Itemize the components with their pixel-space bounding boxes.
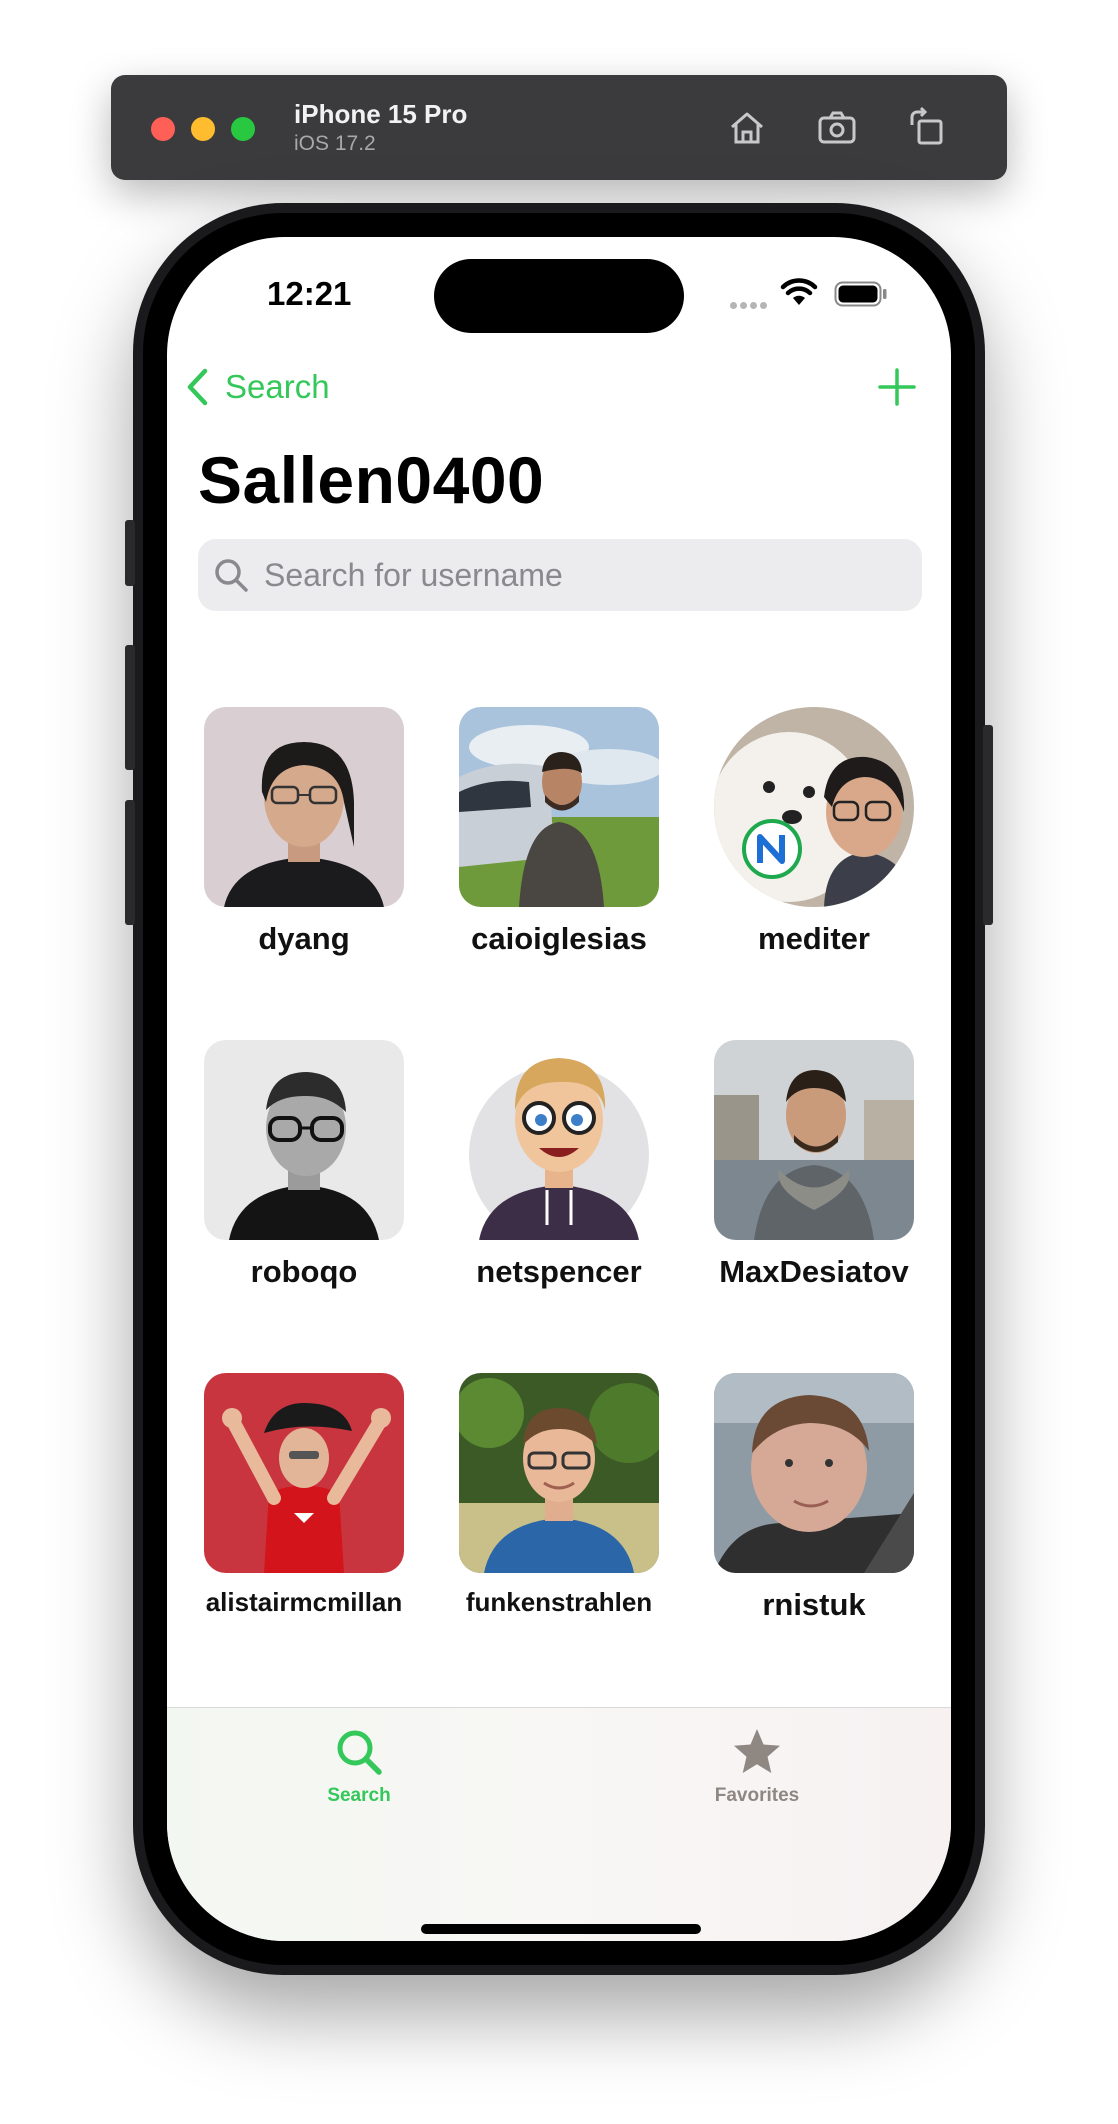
user-tile[interactable]: rnistuk <box>714 1373 914 1623</box>
tab-label: Favorites <box>714 1785 800 1806</box>
username-label: alistairmcmillan <box>205 1587 403 1617</box>
power-button <box>983 725 993 925</box>
page-title: Sallen0400 <box>198 443 545 517</box>
zoom-window-button[interactable] <box>231 117 255 141</box>
battery-icon <box>834 281 888 307</box>
username-label: caioiglesias <box>471 921 647 956</box>
user-tile[interactable]: caioiglesias <box>459 707 659 957</box>
user-tile[interactable]: mediter <box>714 707 914 957</box>
screenshot-icon[interactable] <box>814 105 860 151</box>
user-tile[interactable]: roboqo <box>204 1040 404 1290</box>
username-label: dyang <box>258 921 350 956</box>
volume-down-button <box>125 800 135 925</box>
status-time: 12:21 <box>267 275 352 312</box>
user-tile[interactable]: MaxDesiatov <box>714 1040 914 1290</box>
tab-favorites[interactable]: Favorites <box>657 1726 857 1807</box>
wifi-icon <box>780 277 818 309</box>
rotate-icon[interactable] <box>904 105 950 151</box>
simulator-toolbar: iPhone 15 Pro iOS 17.2 <box>111 75 1007 180</box>
search-icon <box>215 559 248 592</box>
username-label: roboqo <box>250 1254 358 1289</box>
close-window-button[interactable] <box>151 117 175 141</box>
device-name: iPhone 15 Pro <box>294 99 468 129</box>
back-button[interactable]: Search <box>181 365 330 409</box>
username-label: netspencer <box>476 1254 642 1289</box>
user-grid: dyang caioiglesias mediter roboqo netspe… <box>167 707 951 1707</box>
avatar <box>204 707 404 907</box>
cellular-signal-icon <box>730 296 770 309</box>
home-indicator <box>421 1924 701 1934</box>
avatar <box>204 1373 404 1573</box>
plus-icon <box>878 368 916 406</box>
volume-up-button <box>125 645 135 770</box>
home-icon[interactable] <box>724 105 770 151</box>
tab-bar: Search Favorites <box>167 1707 951 1941</box>
tab-label: Search <box>327 1785 391 1806</box>
add-user-button[interactable] <box>877 367 917 407</box>
dynamic-island <box>434 259 684 333</box>
avatar <box>714 1040 914 1240</box>
avatar <box>204 1040 404 1240</box>
user-tile[interactable]: netspencer <box>459 1040 659 1290</box>
search-icon <box>337 1730 382 1775</box>
star-icon <box>734 1729 780 1773</box>
avatar <box>459 707 659 907</box>
search-input[interactable] <box>262 555 886 595</box>
username-label: MaxDesiatov <box>719 1254 909 1289</box>
chevron-left-icon <box>187 368 208 406</box>
minimize-window-button[interactable] <box>191 117 215 141</box>
username-label: rnistuk <box>762 1587 866 1622</box>
user-tile[interactable]: dyang <box>204 707 404 957</box>
avatar <box>714 1373 914 1573</box>
app-screen: 12:21 Search Sallen0400 dyang caioiglesi… <box>167 237 951 1941</box>
avatar <box>459 1373 659 1573</box>
avatar <box>459 1040 659 1240</box>
username-label: funkenstrahlen <box>465 1587 653 1617</box>
user-tile[interactable]: funkenstrahlen <box>459 1373 659 1618</box>
user-tile[interactable]: alistairmcmillan <box>204 1373 404 1618</box>
device-os-version: iOS 17.2 <box>294 132 376 155</box>
search-bar[interactable] <box>198 539 922 611</box>
username-label: mediter <box>758 921 870 956</box>
tab-search[interactable]: Search <box>259 1726 459 1807</box>
action-button <box>125 520 135 586</box>
back-button-label: Search <box>225 368 330 405</box>
avatar <box>714 707 914 907</box>
